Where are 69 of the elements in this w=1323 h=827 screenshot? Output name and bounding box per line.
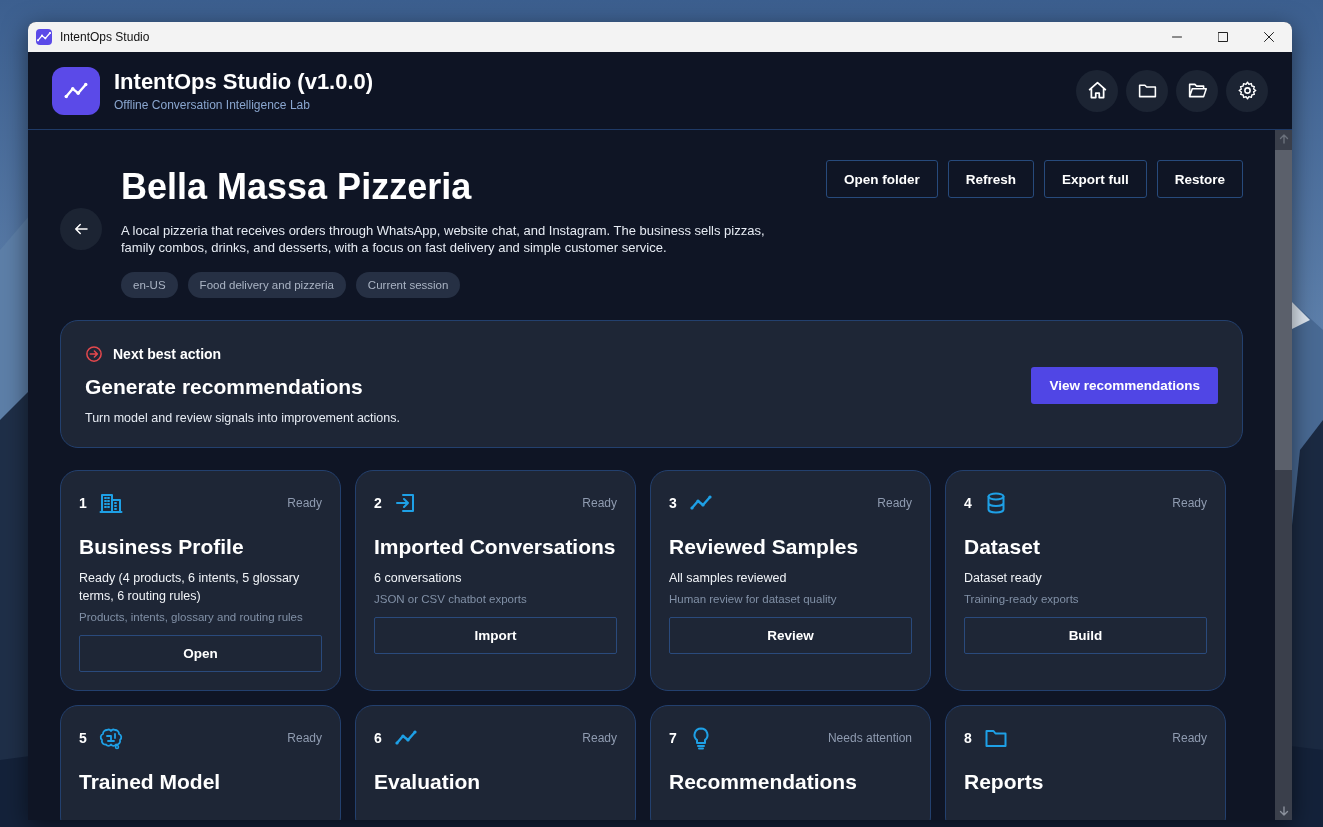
step-status: Ready	[582, 496, 617, 510]
open-folder-button[interactable]	[1176, 69, 1218, 112]
step-status: Ready	[287, 496, 322, 510]
step-status: Ready	[877, 496, 912, 510]
brain-icon	[98, 726, 123, 750]
step-hint: Training-ready exports	[964, 593, 1080, 605]
window-title: IntentOps Studio	[60, 30, 151, 44]
scrollbar[interactable]	[1275, 130, 1292, 820]
home-icon	[1086, 80, 1108, 101]
step-summary: Ready (4 products, 6 intents, 5 glossary terms, 6 routing rules)	[79, 570, 301, 605]
action-button[interactable]: Restore	[1156, 160, 1243, 198]
app-icon	[36, 29, 52, 45]
step-action-button[interactable]: Import	[374, 617, 617, 654]
action-title: Generate recommendations	[85, 375, 364, 399]
tag-chip: Current session	[355, 272, 461, 298]
step-summary: All samples reviewed	[669, 570, 788, 587]
app-subtitle: Offline Conversation Intelligence Lab	[114, 98, 311, 112]
step-number: 4	[964, 495, 972, 511]
step-action-button[interactable]: Build	[964, 617, 1207, 654]
scroll-up-icon	[1278, 134, 1289, 144]
step-number: 5	[79, 730, 87, 746]
step-title: Business Profile	[79, 535, 245, 559]
step-hint: Human review for dataset quality	[669, 593, 838, 605]
step-title: Trained Model	[79, 770, 222, 794]
scrollbar-thumb[interactable]	[1275, 150, 1292, 470]
project-title: Bella Massa Pizzeria	[121, 166, 473, 208]
step-number: 7	[669, 730, 677, 746]
step-number: 1	[79, 495, 87, 511]
step-number: 6	[374, 730, 382, 746]
step-title: Evaluation	[374, 770, 482, 794]
step-title: Imported Conversations	[374, 535, 617, 559]
tag-chip: Food delivery and pizzeria	[187, 272, 346, 298]
action-button[interactable]: Export full	[1043, 160, 1147, 198]
folder-button[interactable]	[1126, 69, 1168, 112]
home-button[interactable]	[1076, 69, 1118, 112]
back-button[interactable]	[60, 208, 102, 250]
step-title: Dataset	[964, 535, 1041, 559]
settings-button[interactable]	[1226, 69, 1268, 112]
action-button[interactable]: Refresh	[947, 160, 1034, 198]
step-status: Ready	[287, 731, 322, 745]
step-hint: JSON or CSV chatbot exports	[374, 593, 528, 605]
step-action-button[interactable]: Open	[79, 635, 322, 672]
step-number: 8	[964, 730, 972, 746]
step-hint: Products, intents, glossary and routing rules	[79, 611, 304, 623]
step-status: Ready	[1172, 731, 1207, 745]
building-icon	[98, 491, 123, 515]
arrow-circle-icon	[85, 345, 103, 363]
step-summary: Dataset ready	[964, 570, 1043, 587]
step-status: Ready	[1172, 496, 1207, 510]
maximize-icon	[1218, 32, 1228, 42]
step-number: 2	[374, 495, 382, 511]
action-button[interactable]: Open folder	[825, 160, 938, 198]
step-title: Recommendations	[669, 770, 858, 794]
tag-chip: en-US	[121, 272, 178, 298]
close-icon	[1264, 32, 1274, 42]
view-recommendations-button[interactable]: View recommendations	[1031, 366, 1218, 404]
section-label: Next best action	[113, 346, 222, 362]
step-status: Needs attention	[827, 731, 912, 745]
settings-icon	[1236, 80, 1258, 101]
scroll-down-icon	[1278, 806, 1289, 816]
step-action-button[interactable]: Review	[669, 617, 912, 654]
step-summary: 6 conversations	[374, 570, 463, 587]
step-title: Reports	[964, 770, 1045, 794]
step-title: Reviewed Samples	[669, 535, 860, 559]
app-title: IntentOps Studio (v1.0.0)	[114, 69, 375, 95]
project-description: A local pizzeria that receives orders through WhatsApp, website chat, and Instagram. The business sells pizzas, family combos, drinks, and desserts, with a focus on fast delivery and simple customer service.	[121, 222, 766, 256]
step-number: 3	[669, 495, 677, 511]
action-description: Turn model and review signals into improvement actions.	[85, 411, 401, 425]
step-status: Ready	[582, 731, 617, 745]
